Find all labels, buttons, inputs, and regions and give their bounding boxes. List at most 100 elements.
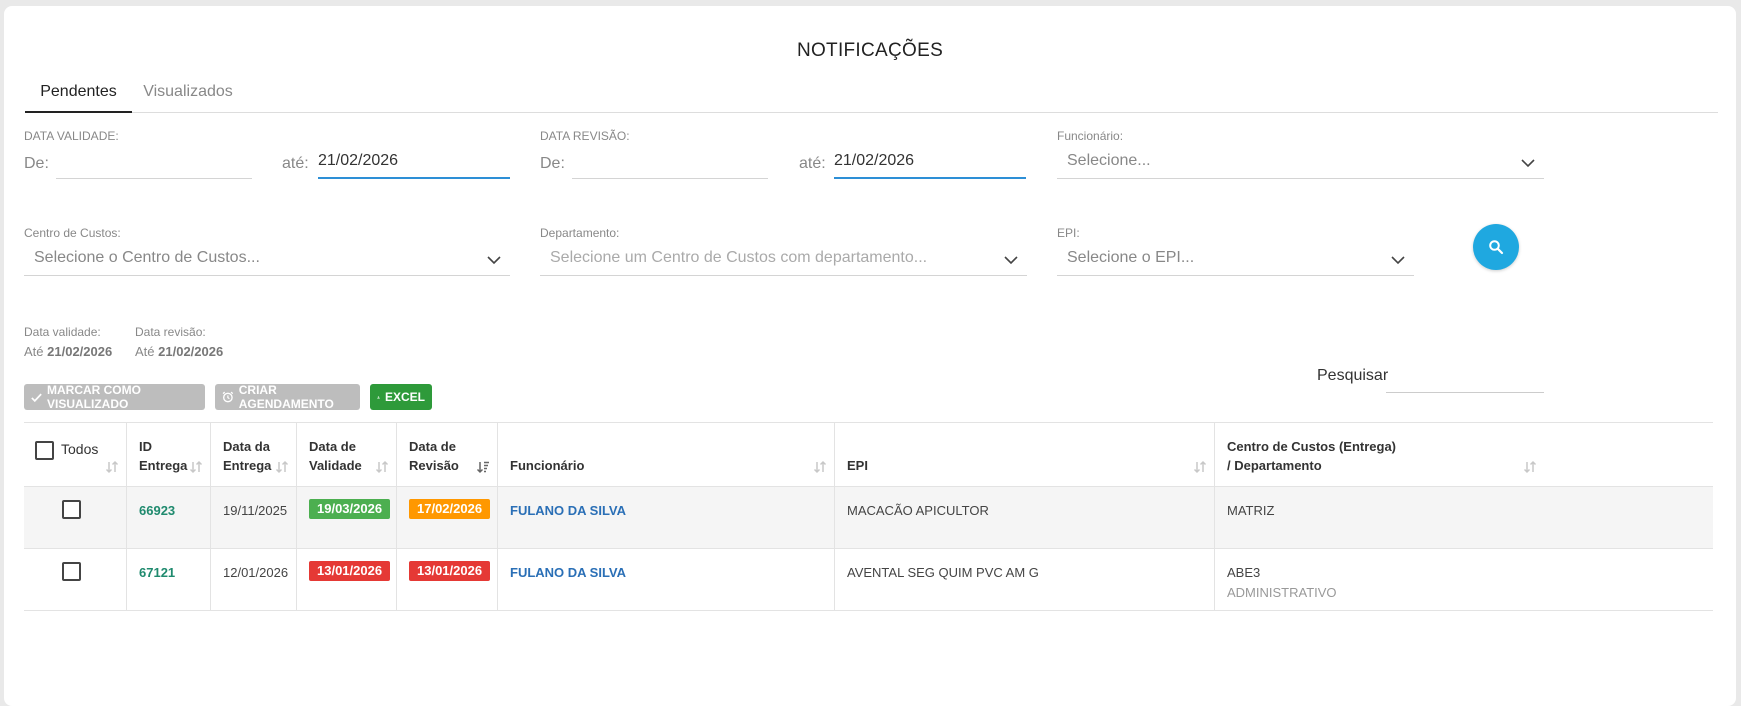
sort-icon[interactable] <box>375 460 389 474</box>
sort-icon[interactable] <box>275 460 289 474</box>
data-revisao-cell: 17/02/2026 <box>397 487 498 548</box>
sort-icon[interactable] <box>1523 460 1537 474</box>
page-title: NOTIFICAÇÕES <box>796 40 944 61</box>
row-checkbox[interactable] <box>62 500 81 519</box>
revisao-de-input[interactable] <box>574 152 767 178</box>
summary-validade-value: Até 21/02/2026 <box>24 344 113 359</box>
tab-pendentes[interactable]: Pendentes <box>25 72 132 113</box>
notifications-table: Todos ID Entrega Data da Entrega Data de Va… <box>24 422 1713 611</box>
data-validade-cell: 13/01/2026 <box>297 549 397 610</box>
funcionario-link[interactable]: FULANO DA SILVA <box>510 501 626 521</box>
revisao-ate-input[interactable]: 21/02/2026 <box>834 152 1026 178</box>
data-entrega-cell: 12/01/2026 <box>211 549 297 610</box>
header-epi-label: EPI <box>847 458 868 473</box>
chevron-down-icon <box>487 256 501 265</box>
sort-icon[interactable] <box>189 460 203 474</box>
sort-icon[interactable] <box>813 460 827 474</box>
validade-ate-input[interactable]: 21/02/2026 <box>318 152 510 178</box>
funcionario-link[interactable]: FULANO DA SILVA <box>510 563 626 583</box>
tab-visualizados[interactable]: Visualizados <box>132 72 244 113</box>
departamento-select[interactable]: Selecione um Centro de Custos com depart… <box>550 249 1000 275</box>
header-data-entrega[interactable]: Data da Entrega <box>211 423 297 486</box>
epi-value: MACACÃO APICULTOR <box>847 503 989 518</box>
header-funcionario[interactable]: Funcionário <box>498 423 835 486</box>
chevron-down-icon <box>1004 256 1018 265</box>
centro-custos-cell: MATRIZ <box>1215 487 1544 548</box>
centro-custos-select[interactable]: Selecione o Centro de Custos... <box>34 249 474 275</box>
entrega-id-link[interactable]: 66923 <box>139 501 175 521</box>
epi-label: EPI: <box>1057 226 1080 240</box>
header-data-revisao[interactable]: Data de Revisão <box>397 423 498 486</box>
marcar-visualizado-label: MARCAR COMO VISUALIZADO <box>46 383 141 411</box>
funcionario-select[interactable]: Selecione... <box>1067 152 1537 178</box>
search-icon <box>1489 240 1504 255</box>
data-validade-label: DATA VALIDADE: <box>24 129 119 143</box>
validade-ate-label: até: <box>282 155 309 172</box>
epi-underline <box>1057 275 1414 276</box>
summary-validade-label: Data validade: <box>24 325 101 339</box>
validade-de-label: De: <box>24 155 49 172</box>
revisao-badge: 13/01/2026 <box>409 561 491 581</box>
validade-de-underline <box>56 178 252 179</box>
sort-desc-icon[interactable] <box>476 460 490 474</box>
revisao-de-label: De: <box>540 155 565 172</box>
id-cell: 67121 <box>127 549 211 610</box>
header-epi[interactable]: EPI <box>835 423 1215 486</box>
chevron-down-icon <box>1521 159 1535 168</box>
sort-icon[interactable] <box>105 460 119 474</box>
validade-de-input[interactable] <box>58 152 251 178</box>
tabs-bar: Pendentes Visualizados <box>25 72 1718 113</box>
epi-cell: AVENTAL SEG QUIM PVC AM G <box>835 549 1215 610</box>
data-entrega-value: 12/01/2026 <box>223 565 289 580</box>
centro-custos-value: ABE3 ADMINISTRATIVO <box>1227 565 1337 600</box>
check-icon <box>31 393 42 402</box>
header-centro-custos[interactable]: Centro de Custos (Entrega) / Departamento <box>1215 423 1544 486</box>
entrega-id-link[interactable]: 67121 <box>139 563 175 583</box>
validade-badge: 13/01/2026 <box>309 561 391 581</box>
funcionario-label: Funcionário: <box>1057 129 1124 143</box>
table-row[interactable]: 66923 19/11/2025 19/03/2026 17/02/2026 F… <box>24 487 1713 549</box>
funcionario-cell: FULANO DA SILVA <box>498 549 835 610</box>
marcar-visualizado-button[interactable]: MARCAR COMO VISUALIZADO <box>24 383 205 411</box>
centro-custos-value: MATRIZ <box>1227 503 1275 518</box>
sort-icon[interactable] <box>1193 460 1207 474</box>
pesquisar-underline <box>1386 392 1544 393</box>
criar-agendamento-label: CRIAR AGENDAMENTO <box>238 383 334 411</box>
departamento-label: Departamento: <box>540 226 620 240</box>
row-select-cell <box>24 487 127 548</box>
header-id-entrega[interactable]: ID Entrega <box>127 423 211 486</box>
validade-badge: 19/03/2026 <box>309 499 391 519</box>
header-data-validade[interactable]: Data de Validade <box>297 423 397 486</box>
excel-button[interactable]: EXCEL <box>370 384 432 410</box>
select-all-checkbox[interactable] <box>35 441 54 460</box>
centro-custos-underline <box>24 275 510 276</box>
pesquisar-label: Pesquisar <box>1317 367 1389 384</box>
alarm-clock-icon <box>222 391 234 403</box>
validade-ate-underline <box>318 177 510 179</box>
criar-agendamento-button[interactable]: CRIAR AGENDAMENTO <box>215 383 360 411</box>
revisao-badge: 17/02/2026 <box>409 499 491 519</box>
data-revisao-cell: 13/01/2026 <box>397 549 498 610</box>
table-row[interactable]: 67121 12/01/2026 13/01/2026 13/01/2026 F… <box>24 549 1713 611</box>
table-header: Todos ID Entrega Data da Entrega Data de Va… <box>24 423 1713 487</box>
header-todos[interactable]: Todos <box>24 423 127 486</box>
revisao-ate-label: até: <box>799 155 826 172</box>
data-validade-cell: 19/03/2026 <box>297 487 397 548</box>
header-data-validade-label: Data de Validade <box>309 439 362 473</box>
row-checkbox[interactable] <box>62 562 81 581</box>
revisao-ate-underline <box>834 177 1026 179</box>
epi-select[interactable]: Selecione o EPI... <box>1067 249 1387 275</box>
search-button[interactable] <box>1473 224 1519 270</box>
data-revisao-label: DATA REVISÃO: <box>540 129 630 143</box>
pesquisar-input[interactable] <box>1386 366 1543 392</box>
header-data-revisao-label: Data de Revisão <box>409 439 459 473</box>
funcionario-cell: FULANO DA SILVA <box>498 487 835 548</box>
id-cell: 66923 <box>127 487 211 548</box>
header-data-entrega-label: Data da Entrega <box>223 439 272 473</box>
data-entrega-cell: 19/11/2025 <box>211 487 297 548</box>
notifications-card: NOTIFICAÇÕES Pendentes Visualizados DATA… <box>4 6 1736 706</box>
download-icon <box>377 395 380 399</box>
summary-revisao-label: Data revisão: <box>135 325 206 339</box>
epi-cell: MACACÃO APICULTOR <box>835 487 1215 548</box>
header-id-label: ID Entrega <box>139 439 188 473</box>
